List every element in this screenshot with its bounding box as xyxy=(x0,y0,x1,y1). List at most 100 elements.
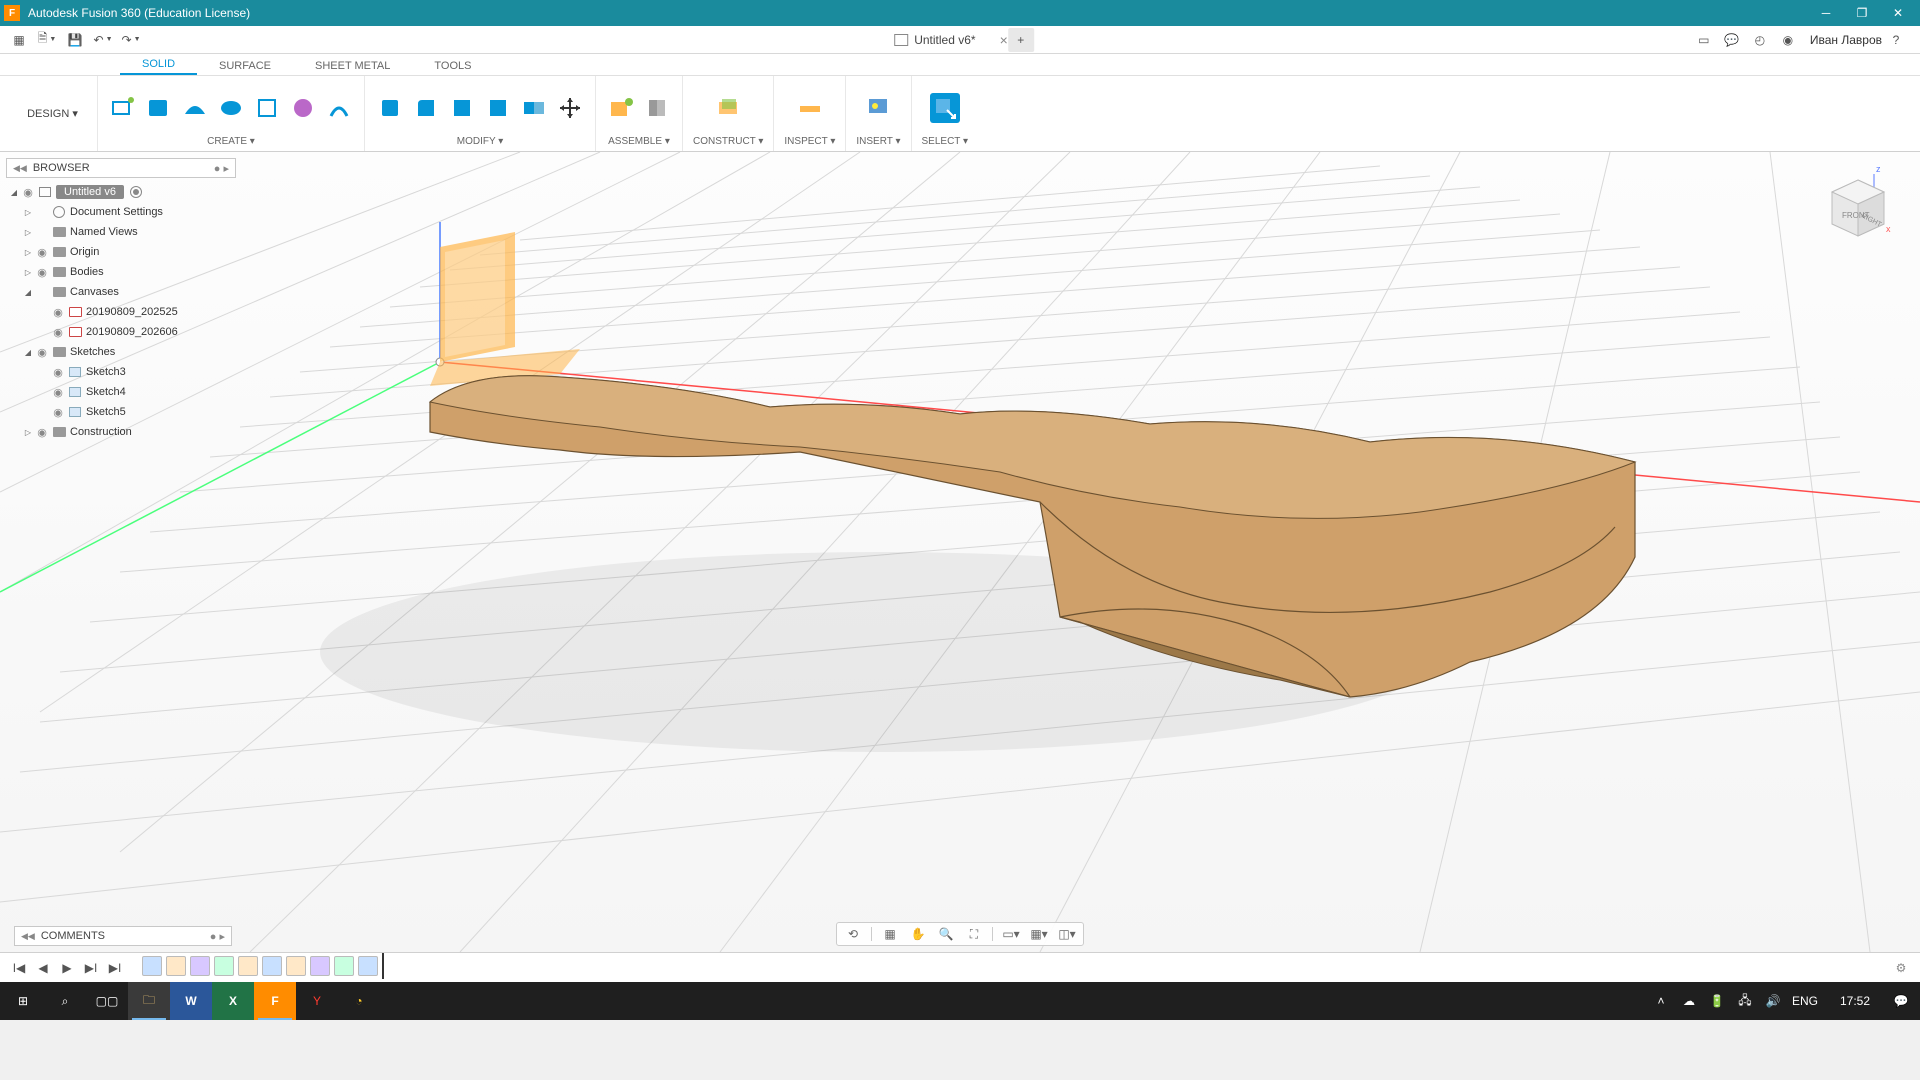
select-tool-icon[interactable] xyxy=(930,93,960,123)
timeline-prev-icon[interactable]: ◀ xyxy=(34,959,52,977)
task-view-button[interactable]: ▢▢ xyxy=(86,982,128,1020)
timeline-item[interactable] xyxy=(166,956,186,976)
box-tool-icon[interactable] xyxy=(144,93,174,123)
tree-root[interactable]: ◢◉Untitled v6 xyxy=(6,182,236,202)
timeline-item[interactable] xyxy=(238,956,258,976)
press-pull-icon[interactable] xyxy=(375,93,405,123)
timeline-item[interactable] xyxy=(310,956,330,976)
tray-battery-icon[interactable]: 🔋 xyxy=(1708,994,1726,1008)
browser-header[interactable]: ◀◀ BROWSER ● ▸ xyxy=(6,158,236,178)
viewcube[interactable]: z FRONT RIGHT x xyxy=(1826,162,1894,242)
taskbar-explorer[interactable]: 🗀 xyxy=(128,982,170,1020)
taskbar-app[interactable]: ◔ xyxy=(338,982,380,1020)
orbit-icon[interactable]: ⟲ xyxy=(843,924,863,944)
browser-settings-icon[interactable]: ● ▸ xyxy=(214,162,229,175)
job-status-icon[interactable]: ◴ xyxy=(1746,28,1774,52)
insert-icon[interactable] xyxy=(863,93,893,123)
measure-icon[interactable] xyxy=(795,93,825,123)
tree-sketch3[interactable]: ◉Sketch3 xyxy=(6,362,236,382)
loft-tool-icon[interactable] xyxy=(288,93,318,123)
grid-settings-icon[interactable]: ▦▾ xyxy=(1029,924,1049,944)
extrude-tool-icon[interactable] xyxy=(180,93,210,123)
taskbar-yandex[interactable]: Y xyxy=(296,982,338,1020)
draft-icon[interactable] xyxy=(519,93,549,123)
user-name[interactable]: Иван Лавров xyxy=(1810,33,1882,47)
minimize-button[interactable]: ─ xyxy=(1808,0,1844,26)
canvas-3d[interactable] xyxy=(0,152,1920,952)
zoom-icon[interactable]: 🔍 xyxy=(936,924,956,944)
tree-sketch5[interactable]: ◉Sketch5 xyxy=(6,402,236,422)
timeline-item[interactable] xyxy=(190,956,210,976)
look-at-icon[interactable]: ▦ xyxy=(880,924,900,944)
timeline-item[interactable] xyxy=(334,956,354,976)
notifications-icon[interactable]: 💬 xyxy=(1718,28,1746,52)
tray-cloud-icon[interactable]: ☁ xyxy=(1680,994,1698,1008)
joint-icon[interactable] xyxy=(642,93,672,123)
tab-sheet-metal[interactable]: SHEET METAL xyxy=(293,56,412,75)
help-icon[interactable]: ? xyxy=(1882,28,1910,52)
tab-tools[interactable]: TOOLS xyxy=(412,56,493,75)
move-icon[interactable] xyxy=(555,93,585,123)
viewport-settings-icon[interactable]: ◫▾ xyxy=(1057,924,1077,944)
search-button[interactable]: ⌕ xyxy=(44,982,86,1020)
tray-clock[interactable]: 17:52 xyxy=(1828,994,1882,1008)
timeline-settings-icon[interactable]: ⚙ xyxy=(1892,959,1910,977)
tray-volume-icon[interactable]: 🔊 xyxy=(1764,994,1782,1008)
chamfer-icon[interactable] xyxy=(447,93,477,123)
file-menu-icon[interactable]: 🗎▼ xyxy=(34,28,60,52)
tray-network-icon[interactable]: 🖧 xyxy=(1736,991,1754,1012)
document-tab[interactable]: Untitled v6* xyxy=(884,33,985,47)
timeline-play-icon[interactable]: ▶ xyxy=(58,959,76,977)
tree-canvas-2[interactable]: ◉20190809_202606 xyxy=(6,322,236,342)
tab-close-button[interactable]: × xyxy=(1000,32,1008,48)
tree-origin[interactable]: ▷◉Origin xyxy=(6,242,236,262)
start-button[interactable]: ⊞ xyxy=(2,982,44,1020)
new-tab-button[interactable]: + xyxy=(1008,28,1034,52)
maximize-button[interactable]: ❐ xyxy=(1844,0,1880,26)
tab-solid[interactable]: SOLID xyxy=(120,54,197,75)
tree-canvas-1[interactable]: ◉20190809_202525 xyxy=(6,302,236,322)
timeline-start-icon[interactable]: I◀ xyxy=(10,959,28,977)
collapse-icon[interactable]: ◀◀ xyxy=(21,931,35,942)
component-icon[interactable] xyxy=(606,93,636,123)
display-settings-icon[interactable]: ▭▾ xyxy=(1001,924,1021,944)
timeline-item[interactable] xyxy=(358,956,378,976)
sketch-tool-icon[interactable] xyxy=(108,93,138,123)
tray-notifications-icon[interactable]: 💬 xyxy=(1892,994,1910,1008)
tab-surface[interactable]: SURFACE xyxy=(197,56,293,75)
profile-icon[interactable]: ◉ xyxy=(1774,28,1802,52)
fit-icon[interactable]: ⛶ xyxy=(964,924,984,944)
tray-chevron-icon[interactable]: ˄ xyxy=(1652,994,1670,1008)
timeline-playhead[interactable] xyxy=(382,953,384,979)
timeline-item[interactable] xyxy=(142,956,162,976)
tray-language[interactable]: ENG xyxy=(1792,994,1818,1008)
comments-settings-icon[interactable]: ● ▸ xyxy=(210,930,225,943)
timeline-item[interactable] xyxy=(214,956,234,976)
fillet-icon[interactable] xyxy=(411,93,441,123)
redo-icon[interactable]: ↷▼ xyxy=(118,28,144,52)
sweep-tool-icon[interactable] xyxy=(252,93,282,123)
tree-doc-settings[interactable]: ▷Document Settings xyxy=(6,202,236,222)
pan-icon[interactable]: ✋ xyxy=(908,924,928,944)
save-icon[interactable]: 💾 xyxy=(62,28,88,52)
timeline-end-icon[interactable]: ▶I xyxy=(106,959,124,977)
timeline-item[interactable] xyxy=(286,956,306,976)
close-button[interactable]: ✕ xyxy=(1880,0,1916,26)
taskbar-word[interactable]: W xyxy=(170,982,212,1020)
active-component-icon[interactable] xyxy=(130,186,142,198)
collapse-icon[interactable]: ◀◀ xyxy=(13,163,27,174)
revolve-tool-icon[interactable] xyxy=(216,93,246,123)
comments-bar[interactable]: ◀◀ COMMENTS ● ▸ xyxy=(14,926,232,946)
tree-bodies[interactable]: ▷◉Bodies xyxy=(6,262,236,282)
shell-icon[interactable] xyxy=(483,93,513,123)
taskbar-excel[interactable]: X xyxy=(212,982,254,1020)
tree-named-views[interactable]: ▷Named Views xyxy=(6,222,236,242)
tree-sketch4[interactable]: ◉Sketch4 xyxy=(6,382,236,402)
viewport[interactable]: z FRONT RIGHT x xyxy=(0,152,1920,952)
tree-sketches[interactable]: ◢◉Sketches xyxy=(6,342,236,362)
timeline-item[interactable] xyxy=(262,956,282,976)
undo-icon[interactable]: ↶▼ xyxy=(90,28,116,52)
tree-canvases[interactable]: ◢Canvases xyxy=(6,282,236,302)
workspace-switcher[interactable]: DESIGN ▾ xyxy=(8,76,98,151)
plane-icon[interactable] xyxy=(713,93,743,123)
